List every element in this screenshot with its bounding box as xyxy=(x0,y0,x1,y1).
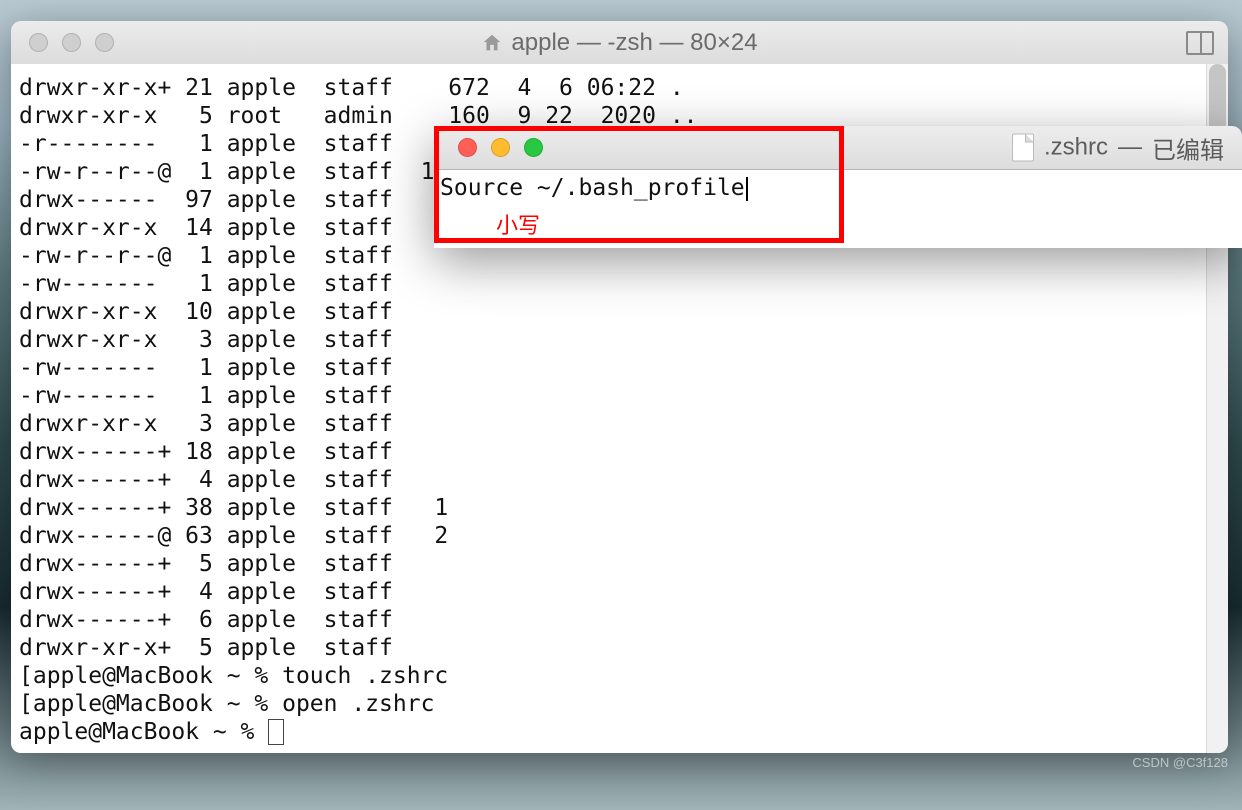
editor-window: .zshrc — 已编辑 Source ~/.bash_profile 小写 xyxy=(434,126,1242,248)
minimize-icon[interactable] xyxy=(491,138,510,157)
terminal-row: drwxr-xr-x+ 21 apple staff 672 4 6 06:22… xyxy=(19,74,1220,102)
editor-body[interactable]: Source ~/.bash_profile 小写 xyxy=(434,170,1242,248)
home-icon xyxy=(481,32,503,54)
terminal-title-text: apple — -zsh — 80×24 xyxy=(511,29,757,57)
terminal-row: drwxr-xr-x 10 apple staff xyxy=(19,298,1220,326)
terminal-prompt: apple@MacBook ~ % xyxy=(19,719,268,745)
terminal-row: drwx------+ 4 apple staff xyxy=(19,578,1220,606)
terminal-row: drwx------@ 63 apple staff 2 xyxy=(19,522,1220,550)
terminal-row: drwxr-xr-x 3 apple staff xyxy=(19,410,1220,438)
document-icon xyxy=(1012,134,1034,162)
editor-title-separator: — xyxy=(1118,134,1142,162)
editor-text: Source ~/.bash_profile xyxy=(440,175,745,201)
terminal-row: -rw------- 1 apple staff xyxy=(19,354,1220,382)
terminal-history-row: [apple@MacBook ~ % touch .zshrc xyxy=(19,662,1220,690)
editor-annotation: 小写 xyxy=(496,208,1236,240)
editor-title: .zshrc — 已编辑 xyxy=(1012,130,1224,165)
terminal-row: drwxr-xr-x+ 5 apple staff xyxy=(19,634,1220,662)
terminal-title: apple — -zsh — 80×24 xyxy=(11,29,1228,57)
terminal-prompt-row[interactable]: apple@MacBook ~ % xyxy=(19,718,1220,746)
terminal-row: drwx------+ 38 apple staff 1 xyxy=(19,494,1220,522)
terminal-row: drwx------+ 5 apple staff xyxy=(19,550,1220,578)
close-icon[interactable] xyxy=(458,138,477,157)
panes-icon[interactable] xyxy=(1186,31,1214,55)
terminal-row: -rw------- 1 apple staff xyxy=(19,270,1220,298)
watermark: CSDN @C3f128 xyxy=(1132,755,1228,770)
terminal-row: -rw------- 1 apple staff xyxy=(19,382,1220,410)
text-cursor xyxy=(746,177,748,201)
terminal-history-row: [apple@MacBook ~ % open .zshrc xyxy=(19,690,1220,718)
terminal-row: drwx------+ 6 apple staff xyxy=(19,606,1220,634)
terminal-titlebar[interactable]: apple — -zsh — 80×24 xyxy=(11,21,1228,65)
terminal-row: drwx------+ 18 apple staff xyxy=(19,438,1220,466)
terminal-row: drwx------+ 4 apple staff xyxy=(19,466,1220,494)
terminal-row: drwxr-xr-x 3 apple staff xyxy=(19,326,1220,354)
zoom-icon[interactable] xyxy=(524,138,543,157)
editor-filename: .zshrc xyxy=(1044,134,1108,162)
editor-content-line[interactable]: Source ~/.bash_profile xyxy=(440,174,1236,202)
editor-status: 已编辑 xyxy=(1152,130,1224,165)
editor-titlebar[interactable]: .zshrc — 已编辑 xyxy=(434,126,1242,170)
editor-traffic-lights xyxy=(458,138,543,157)
terminal-cursor xyxy=(268,719,284,745)
